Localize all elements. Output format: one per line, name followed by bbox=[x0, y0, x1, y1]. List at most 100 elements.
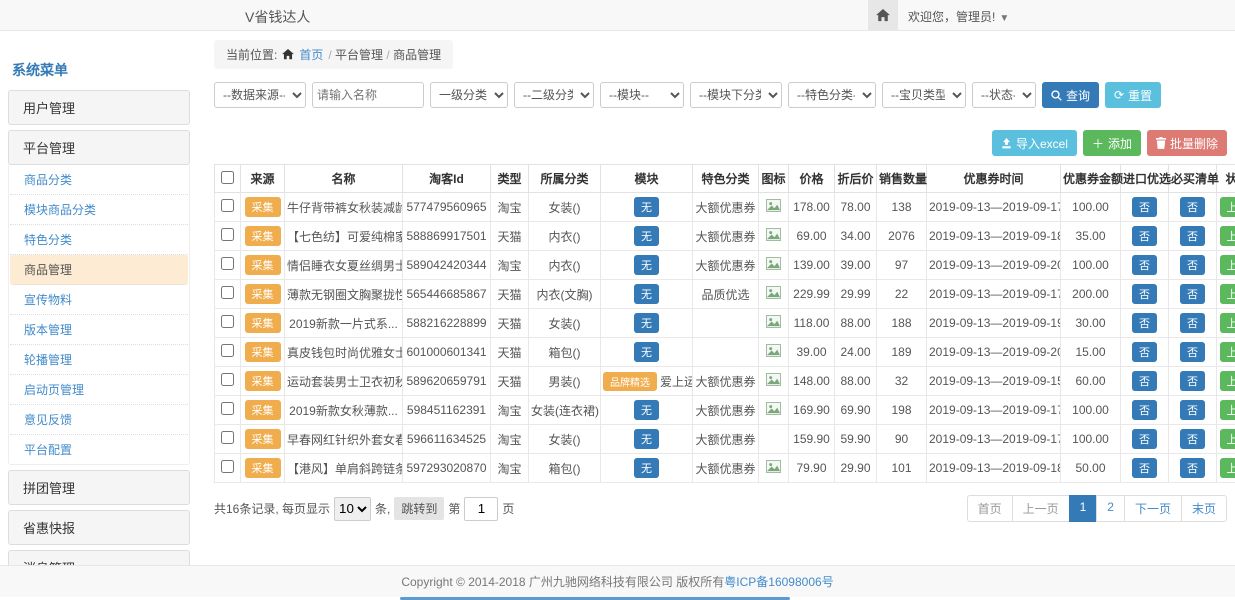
row-checkbox[interactable] bbox=[221, 402, 234, 415]
row-checkbox[interactable] bbox=[221, 460, 234, 473]
user-menu[interactable]: 欢迎您，管理员!▼ bbox=[908, 8, 1009, 25]
module-subcategory-filter[interactable]: --模块下分类-- bbox=[690, 82, 782, 108]
status-filter[interactable]: --状态-- bbox=[972, 82, 1036, 108]
page-button[interactable]: 上一页 bbox=[1012, 495, 1070, 522]
import-pick-badge[interactable]: 否 bbox=[1132, 458, 1157, 478]
must-buy-badge[interactable]: 否 bbox=[1180, 313, 1205, 333]
sidebar-section-header[interactable]: 拼团管理 bbox=[8, 470, 190, 505]
row-checkbox[interactable] bbox=[221, 373, 234, 386]
must-buy-badge[interactable]: 否 bbox=[1180, 255, 1205, 275]
must-buy-badge[interactable]: 否 bbox=[1180, 342, 1205, 362]
row-checkbox[interactable] bbox=[221, 286, 234, 299]
per-page-select[interactable]: 10 bbox=[334, 497, 371, 521]
must-buy-cell: 否 bbox=[1169, 251, 1217, 280]
discount-price: 59.90 bbox=[835, 425, 877, 454]
status-badge[interactable]: 上架 bbox=[1220, 458, 1235, 478]
table-row: 采集牛仔背带裤女秋装减龄...577479560965淘宝女装()无大额优惠券1… bbox=[215, 193, 1235, 222]
sidebar-item[interactable]: 商品管理 bbox=[10, 255, 188, 285]
import-pick-badge[interactable]: 否 bbox=[1132, 284, 1157, 304]
batch-delete-button[interactable]: 批量删除 bbox=[1147, 130, 1227, 156]
row-checkbox[interactable] bbox=[221, 257, 234, 270]
page-button[interactable]: 首页 bbox=[967, 495, 1013, 522]
search-button[interactable]: 查询 bbox=[1042, 82, 1099, 108]
import-pick-badge[interactable]: 否 bbox=[1132, 197, 1157, 217]
breadcrumb-home-link[interactable]: 首页 bbox=[299, 46, 323, 63]
sidebar-item[interactable]: 轮播管理 bbox=[10, 345, 188, 375]
status-badge[interactable]: 上架 bbox=[1220, 342, 1235, 362]
must-buy-badge[interactable]: 否 bbox=[1180, 400, 1205, 420]
module-badge: 无 bbox=[634, 342, 659, 362]
app-title: V省钱达人 bbox=[245, 7, 310, 27]
must-buy-badge[interactable]: 否 bbox=[1180, 284, 1205, 304]
row-checkbox[interactable] bbox=[221, 431, 234, 444]
icon-cell bbox=[759, 338, 789, 367]
sidebar-section-header[interactable]: 消息管理 bbox=[8, 550, 190, 565]
must-buy-badge[interactable]: 否 bbox=[1180, 371, 1205, 391]
taoke-id: 597293020870 bbox=[403, 454, 491, 483]
must-buy-badge[interactable]: 否 bbox=[1180, 197, 1205, 217]
sidebar-item[interactable]: 商品分类 bbox=[10, 165, 188, 195]
must-buy-badge[interactable]: 否 bbox=[1180, 429, 1205, 449]
page-button[interactable]: 下一页 bbox=[1124, 495, 1182, 522]
sidebar-section-header[interactable]: 平台管理 bbox=[8, 130, 190, 165]
must-buy-badge[interactable]: 否 bbox=[1180, 458, 1205, 478]
module-badge: 无 bbox=[634, 313, 659, 333]
status-badge[interactable]: 上架 bbox=[1220, 226, 1235, 246]
page-button[interactable]: 2 bbox=[1096, 495, 1125, 522]
import-pick-badge[interactable]: 否 bbox=[1132, 400, 1157, 420]
price: 69.00 bbox=[789, 222, 835, 251]
import-pick-badge[interactable]: 否 bbox=[1132, 313, 1157, 333]
row-checkbox[interactable] bbox=[221, 228, 234, 241]
sidebar-item[interactable]: 版本管理 bbox=[10, 315, 188, 345]
product-name: 2019新款一片式系... bbox=[285, 309, 403, 338]
status-badge[interactable]: 上架 bbox=[1220, 371, 1235, 391]
status-badge[interactable]: 上架 bbox=[1220, 284, 1235, 304]
name-search-input[interactable] bbox=[312, 82, 424, 108]
row-checkbox[interactable] bbox=[221, 344, 234, 357]
source-filter[interactable]: --数据来源-- bbox=[214, 82, 306, 108]
sidebar-section-header[interactable]: 用户管理 bbox=[8, 90, 190, 125]
import-pick-badge[interactable]: 否 bbox=[1132, 371, 1157, 391]
sidebar-item[interactable]: 宣传物料 bbox=[10, 285, 188, 315]
status-badge[interactable]: 上架 bbox=[1220, 197, 1235, 217]
page-button[interactable]: 1 bbox=[1069, 495, 1098, 522]
column-header: 折后价 bbox=[835, 165, 877, 193]
import-excel-button[interactable]: 导入excel bbox=[992, 130, 1077, 156]
jump-button[interactable]: 跳转到 bbox=[394, 497, 444, 520]
sidebar-item[interactable]: 模块商品分类 bbox=[10, 195, 188, 225]
icp-link[interactable]: 粤ICP备16098006号 bbox=[724, 573, 833, 590]
module-badge: 无 bbox=[634, 284, 659, 304]
select-all-checkbox[interactable] bbox=[221, 171, 234, 184]
status-badge[interactable]: 上架 bbox=[1220, 313, 1235, 333]
page-number-input[interactable] bbox=[464, 497, 498, 521]
page-button[interactable]: 末页 bbox=[1181, 495, 1227, 522]
import-pick-badge[interactable]: 否 bbox=[1132, 429, 1157, 449]
level2-category-filter[interactable]: --二级分类-- bbox=[514, 82, 594, 108]
must-buy-badge[interactable]: 否 bbox=[1180, 226, 1205, 246]
import-pick-badge[interactable]: 否 bbox=[1132, 255, 1157, 275]
action-toolbar: 导入excel ＋ 添加 批量删除 bbox=[214, 130, 1227, 156]
sidebar-item[interactable]: 特色分类 bbox=[10, 225, 188, 255]
status-badge[interactable]: 上架 bbox=[1220, 429, 1235, 449]
add-button[interactable]: ＋ 添加 bbox=[1083, 130, 1141, 156]
home-nav-button[interactable] bbox=[868, 0, 898, 30]
sidebar-item[interactable]: 启动页管理 bbox=[10, 375, 188, 405]
sidebar-section-header[interactable]: 省惠快报 bbox=[8, 510, 190, 545]
row-checkbox[interactable] bbox=[221, 315, 234, 328]
feature-category-filter[interactable]: --特色分类-- bbox=[788, 82, 876, 108]
item-type-filter[interactable]: --宝贝类型-- bbox=[882, 82, 966, 108]
status-badge[interactable]: 上架 bbox=[1220, 400, 1235, 420]
module-filter[interactable]: --模块-- bbox=[600, 82, 684, 108]
sidebar-item[interactable]: 平台配置 bbox=[10, 435, 188, 464]
status-cell: 上架 bbox=[1217, 222, 1235, 251]
source-cell: 采集 bbox=[241, 251, 285, 280]
taoke-id: 577479560965 bbox=[403, 193, 491, 222]
sidebar-item[interactable]: 意见反馈 bbox=[10, 405, 188, 435]
module-cell: 无 bbox=[601, 222, 693, 251]
import-pick-badge[interactable]: 否 bbox=[1132, 342, 1157, 362]
status-badge[interactable]: 上架 bbox=[1220, 255, 1235, 275]
import-pick-badge[interactable]: 否 bbox=[1132, 226, 1157, 246]
row-checkbox[interactable] bbox=[221, 199, 234, 212]
reset-button[interactable]: ⟳重置 bbox=[1105, 82, 1161, 108]
level1-category-filter[interactable]: 一级分类 bbox=[430, 82, 508, 108]
